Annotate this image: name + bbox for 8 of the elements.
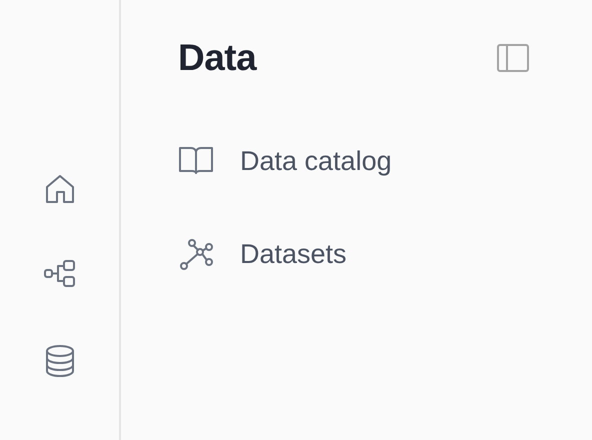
graph-icon — [178, 238, 214, 270]
database-icon[interactable] — [44, 344, 76, 378]
home-icon[interactable] — [44, 172, 76, 204]
nav-item[interactable]: Data catalog — [178, 141, 530, 182]
hierarchy-icon[interactable] — [42, 258, 76, 290]
nav-item[interactable]: Datasets — [178, 234, 530, 274]
panel-title: Data — [178, 36, 256, 80]
sidebar-toggle-icon[interactable] — [496, 43, 530, 73]
